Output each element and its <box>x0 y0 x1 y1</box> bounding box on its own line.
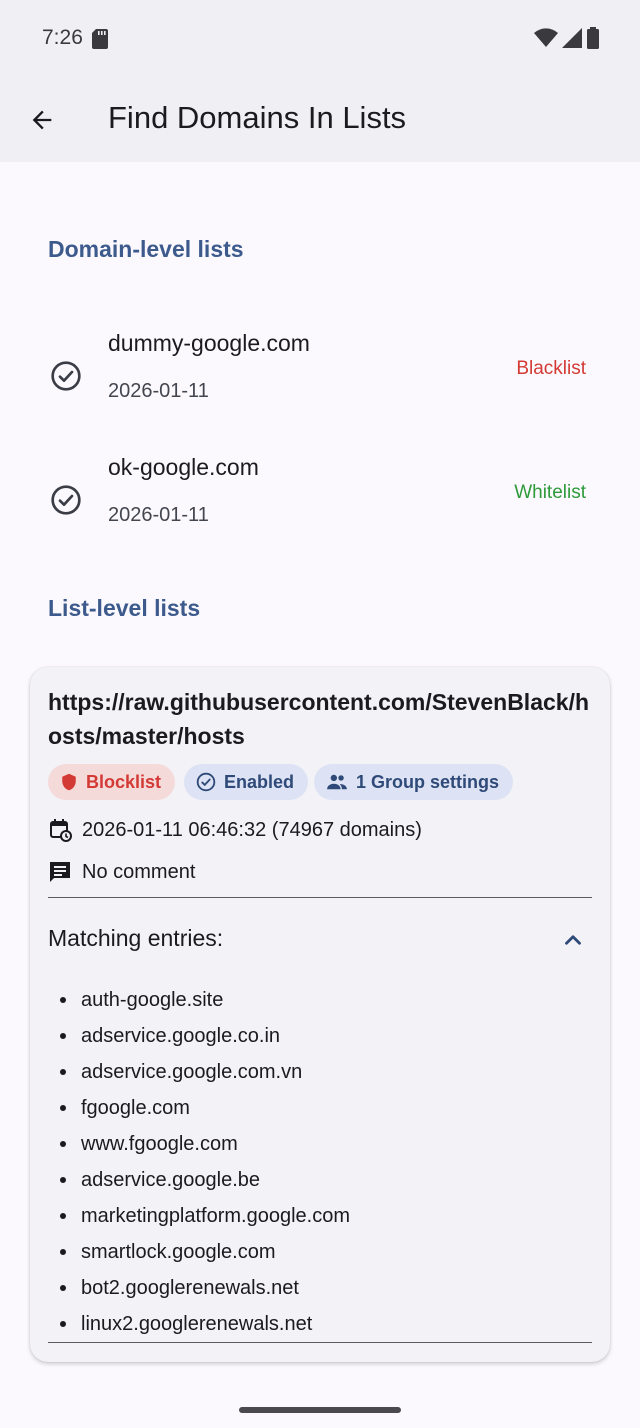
list-item: adservice.google.com.vn <box>48 1054 350 1090</box>
cellular-signal-icon <box>562 28 582 48</box>
comment-row: No comment <box>48 860 195 884</box>
list-item: marketingplatform.google.com <box>48 1198 350 1234</box>
domain-name: dummy-google.com <box>108 330 310 356</box>
matching-entries-label: Matching entries: <box>48 925 224 951</box>
last-updated-row: 2026-01-11 06:46:32 (74967 domains) <box>48 818 422 842</box>
list-item: linux2.googlerenewals.net <box>48 1306 350 1342</box>
list-item: auth-google.site <box>48 982 350 1018</box>
back-button[interactable] <box>22 100 62 140</box>
check-circle-icon <box>196 772 216 792</box>
blocklist-chip-label: Blocklist <box>86 771 162 792</box>
adlist-card: https://raw.githubusercontent.com/Steven… <box>30 667 610 1362</box>
list-item: fgoogle.com <box>48 1090 350 1126</box>
arrow-back-icon <box>32 110 52 130</box>
enabled-chip-label: Enabled <box>224 771 295 792</box>
check-circle-icon <box>51 361 81 391</box>
group-settings-chip-label: 1 Group settings <box>356 771 500 792</box>
list-item: adservice.google.be <box>48 1162 350 1198</box>
list-type-label: Whitelist <box>514 482 586 503</box>
group-settings-chip[interactable]: 1 Group settings <box>314 764 514 800</box>
chevron-up-icon <box>565 935 581 945</box>
blocklist-chip[interactable]: Blocklist <box>48 764 176 800</box>
enabled-chip[interactable]: Enabled <box>184 764 309 800</box>
list-type-label: Blacklist <box>516 358 586 379</box>
domain-date: 2026-01-11 <box>108 504 209 526</box>
app-bar: Find Domains In Lists <box>0 80 640 162</box>
comment-text: No comment <box>82 860 196 883</box>
divider <box>48 897 592 898</box>
battery-icon <box>587 27 599 49</box>
group-icon <box>327 774 347 790</box>
domain-name: ok-google.com <box>108 454 259 480</box>
list-item: adservice.google.co.in <box>48 1018 350 1054</box>
domain-level-section-title: Domain-level lists <box>48 236 244 262</box>
list-item: www.fgoogle.com <box>48 1126 350 1162</box>
list-level-section-title: List-level lists <box>48 595 201 621</box>
status-bar: 7:26 <box>0 0 640 80</box>
status-time: 7:26 <box>42 26 83 49</box>
collapse-button[interactable] <box>558 925 588 955</box>
last-updated-text: 2026-01-11 06:46:32 (74967 domains) <box>82 818 422 841</box>
sd-card-icon <box>92 29 108 49</box>
divider <box>48 1342 592 1343</box>
status-icons <box>534 27 600 49</box>
gesture-nav-handle[interactable] <box>239 1407 401 1413</box>
page-title: Find Domains In Lists <box>108 100 407 135</box>
domain-list-item[interactable]: dummy-google.com 2026-01-11 Blacklist <box>0 320 640 430</box>
list-item: bot2.googlerenewals.net <box>48 1270 350 1306</box>
adlist-url: https://raw.githubusercontent.com/Steven… <box>48 689 590 749</box>
list-item: smartlock.google.com <box>48 1234 350 1270</box>
shield-icon <box>62 773 76 791</box>
domain-list-item[interactable]: ok-google.com 2026-01-11 Whitelist <box>0 444 640 554</box>
domain-date: 2026-01-11 <box>108 380 209 402</box>
calendar-update-icon <box>50 819 72 842</box>
comment-icon <box>50 862 70 882</box>
matching-entries-list: auth-google.site adservice.google.co.in … <box>48 982 350 1342</box>
wifi-icon <box>534 28 558 47</box>
check-circle-icon <box>51 485 81 515</box>
